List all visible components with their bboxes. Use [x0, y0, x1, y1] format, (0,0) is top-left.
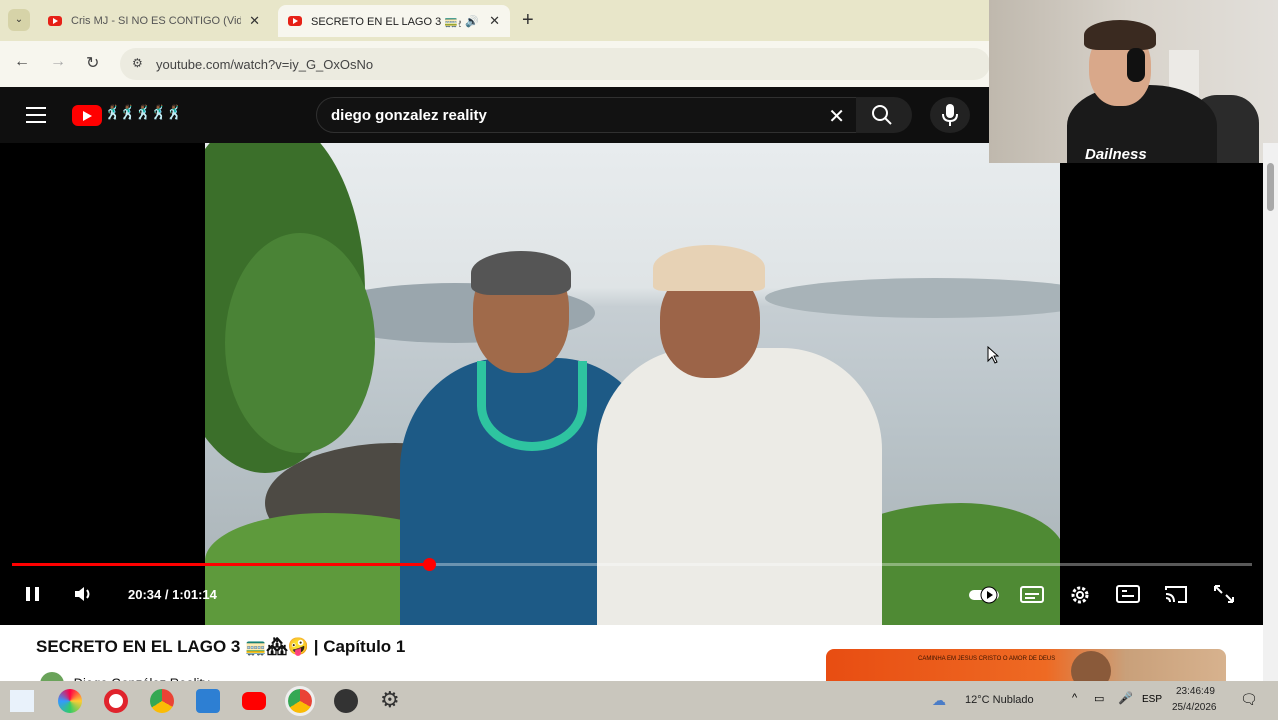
- voice-search-button[interactable]: [930, 97, 970, 133]
- youtube-favicon-icon: [288, 16, 302, 26]
- person-left-hair: [471, 251, 571, 295]
- scrubber-handle[interactable]: [423, 558, 436, 571]
- tree: [225, 233, 375, 453]
- mountain: [765, 278, 1060, 318]
- mouse-cursor-icon: [987, 345, 1000, 369]
- close-icon[interactable]: ✕: [249, 13, 260, 29]
- gear-icon: [1071, 586, 1089, 604]
- volume-icon: [75, 587, 90, 601]
- cap: [653, 245, 765, 291]
- webcam-overlay: Dailness: [989, 0, 1278, 163]
- copilot-icon[interactable]: [58, 689, 82, 713]
- hamburger-menu-icon[interactable]: [26, 107, 46, 123]
- tab-title: SECRETO EN EL LAGO 3 🚃🏘: [311, 15, 461, 28]
- miniplayer-button[interactable]: [1116, 583, 1140, 610]
- language-indicator[interactable]: ESP: [1142, 694, 1162, 705]
- clock-time[interactable]: 23:46:49: [1176, 686, 1215, 697]
- search-query: diego gonzalez reality: [331, 106, 487, 124]
- youtube-app-icon[interactable]: [242, 692, 266, 710]
- tab-title: Cris MJ - SI NO ES CONTIGO (Vid: [71, 15, 241, 27]
- person-right: [597, 348, 882, 625]
- microphone-icon: [942, 104, 958, 126]
- chrome-icon[interactable]: [150, 689, 174, 713]
- video-frame: [205, 143, 1060, 625]
- cast-icon: [1165, 586, 1187, 603]
- network-icon[interactable]: ▭: [1094, 692, 1104, 705]
- fullscreen-button[interactable]: [1212, 583, 1236, 610]
- logo-emoji: 🕺🏾🕺🏾🕺🏾🕺🏾🕺🏾: [104, 104, 183, 120]
- progress-bar[interactable]: [12, 558, 1252, 571]
- weather-text[interactable]: 12°C Nublado: [965, 694, 1034, 706]
- obs-icon[interactable]: [334, 689, 358, 713]
- youtube-logo-icon[interactable]: [72, 105, 102, 126]
- file-explorer-icon[interactable]: [196, 689, 220, 713]
- shirt-text: Dailness: [1085, 146, 1147, 163]
- reload-icon[interactable]: ↻: [86, 53, 99, 73]
- chrome-active-icon[interactable]: [285, 686, 315, 716]
- lei-necklace: [477, 361, 587, 451]
- streamer-hair: [1084, 20, 1156, 50]
- fullscreen-icon: [1214, 585, 1234, 603]
- address-bar[interactable]: ⚙ youtube.com/watch?v=iy_G_OxOsNo: [120, 48, 990, 80]
- autoplay-toggle-icon: [969, 586, 999, 604]
- taskbar: ⚙ ☁ 12°C Nublado ^ ▭ 🎤 ESP 23:46:49 25/4…: [0, 681, 1278, 720]
- search-icon: [872, 105, 892, 125]
- chevron-up-icon[interactable]: ^: [1072, 692, 1077, 704]
- speaker-icon[interactable]: 🔊: [465, 15, 479, 28]
- autoplay-toggle[interactable]: [968, 583, 1000, 610]
- video-player[interactable]: 20:34 / 1:01:14: [0, 143, 1263, 625]
- search-button[interactable]: [856, 97, 912, 133]
- page-scrollbar[interactable]: [1263, 143, 1278, 683]
- forward-arrow-icon[interactable]: →: [50, 53, 66, 71]
- settings-gear-icon[interactable]: ⚙: [380, 687, 400, 713]
- pause-icon: [26, 587, 39, 601]
- site-settings-icon[interactable]: ⚙: [132, 56, 143, 70]
- progress-played: [12, 563, 429, 566]
- ad-text: CAMINHA EM JESUS CRISTO O AMOR DE DEUS: [918, 656, 1056, 662]
- start-button[interactable]: [10, 690, 34, 712]
- clear-search-icon[interactable]: ✕: [828, 104, 845, 129]
- browser-tab-1[interactable]: Cris MJ - SI NO ES CONTIGO (Vid ✕: [38, 5, 270, 37]
- pause-button[interactable]: [24, 583, 42, 610]
- volume-button[interactable]: [72, 583, 94, 610]
- new-tab-button[interactable]: +: [522, 9, 534, 32]
- youtube-favicon-icon: [48, 16, 62, 26]
- close-icon[interactable]: ✕: [489, 13, 500, 29]
- subtitles-button[interactable]: [1020, 583, 1044, 610]
- notifications-icon[interactable]: 🗨: [1240, 691, 1258, 708]
- opera-icon[interactable]: [104, 689, 128, 713]
- clock-date[interactable]: 25/4/2026: [1172, 702, 1217, 713]
- settings-button[interactable]: [1068, 583, 1092, 612]
- headphones-icon: [1127, 48, 1145, 82]
- url-text: youtube.com/watch?v=iy_G_OxOsNo: [156, 56, 374, 72]
- cast-button[interactable]: [1164, 583, 1188, 610]
- microphone-tray-icon[interactable]: 🎤: [1118, 691, 1133, 705]
- time-display: 20:34 / 1:01:14: [128, 587, 217, 602]
- cloud-icon: ☁: [932, 692, 946, 708]
- scrollbar-thumb[interactable]: [1267, 163, 1274, 211]
- search-input[interactable]: diego gonzalez reality ✕: [316, 97, 858, 133]
- browser-tab-2[interactable]: SECRETO EN EL LAGO 3 🚃🏘 🔊 ✕: [278, 5, 510, 37]
- tab-search-button[interactable]: ⌄: [8, 9, 30, 31]
- back-arrow-icon[interactable]: ←: [14, 53, 30, 71]
- miniplayer-icon: [1116, 585, 1140, 603]
- video-title: SECRETO EN EL LAGO 3 🚃🏘🤪 | Capítulo 1: [36, 637, 406, 656]
- subtitles-icon: [1020, 586, 1044, 603]
